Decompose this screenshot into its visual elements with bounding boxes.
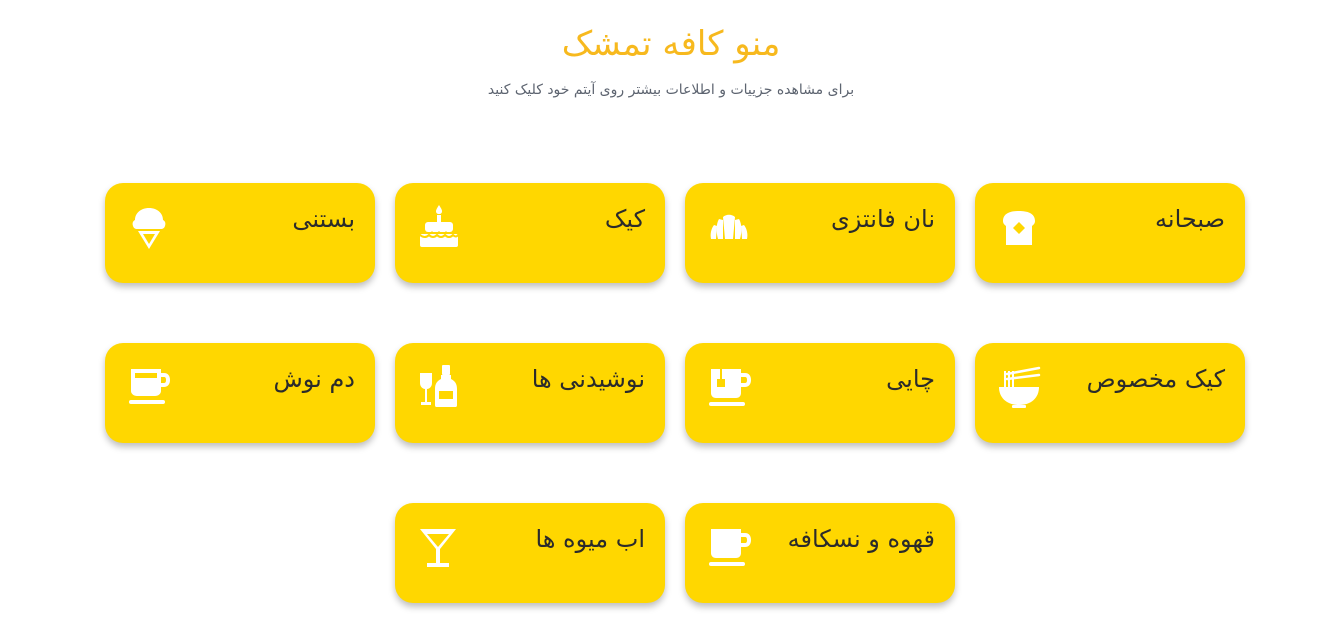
menu-card-label: نوشیدنی ها bbox=[531, 365, 645, 393]
menu-card-coffee[interactable]: قهوه و نسکافه bbox=[685, 503, 955, 603]
tea-mug-icon bbox=[707, 365, 751, 409]
menu-card-cake[interactable]: کیک bbox=[395, 183, 665, 283]
menu-card-breakfast[interactable]: صبحانه bbox=[975, 183, 1245, 283]
coffee-mug-icon bbox=[707, 525, 751, 569]
menu-card-label: چایی bbox=[886, 365, 935, 393]
menu-card-tea[interactable]: چایی bbox=[685, 343, 955, 443]
menu-card-juice[interactable]: اب میوه ها bbox=[395, 503, 665, 603]
menu-page: منو کافه تمشک برای مشاهده جزییات و اطلاع… bbox=[0, 0, 1342, 639]
noodle-bowl-icon bbox=[997, 365, 1041, 409]
menu-card-ice-cream[interactable]: بستنی bbox=[105, 183, 375, 283]
toast-icon bbox=[997, 205, 1041, 249]
menu-card-label: صبحانه bbox=[1155, 205, 1225, 233]
menu-card-label: بستنی bbox=[292, 205, 355, 233]
menu-card-fancy-bread[interactable]: نان فانتزی bbox=[685, 183, 955, 283]
croissant-icon bbox=[707, 205, 751, 249]
menu-card-label: کیک مخصوص bbox=[1086, 365, 1225, 393]
menu-card-label: دم نوش bbox=[273, 365, 355, 393]
birthday-cake-icon bbox=[417, 205, 461, 249]
menu-card-herbal-tea[interactable]: دم نوش bbox=[105, 343, 375, 443]
menu-card-label: کیک bbox=[604, 205, 645, 233]
menu-card-label: قهوه و نسکافه bbox=[787, 525, 935, 553]
menu-card-special-cake[interactable]: کیک مخصوص bbox=[975, 343, 1245, 443]
menu-card-drinks[interactable]: نوشیدنی ها bbox=[395, 343, 665, 443]
menu-card-label: نان فانتزی bbox=[831, 205, 935, 233]
wine-bottle-icon bbox=[417, 365, 461, 409]
page-subtitle: برای مشاهده جزییات و اطلاعات بیشتر روی آ… bbox=[487, 82, 855, 98]
cocktail-glass-icon bbox=[417, 525, 461, 569]
coffee-cup-icon bbox=[127, 365, 171, 409]
page-title: منو کافه تمشک bbox=[561, 24, 781, 64]
menu-card-label: اب میوه ها bbox=[535, 525, 645, 553]
ice-cream-icon bbox=[127, 205, 171, 249]
